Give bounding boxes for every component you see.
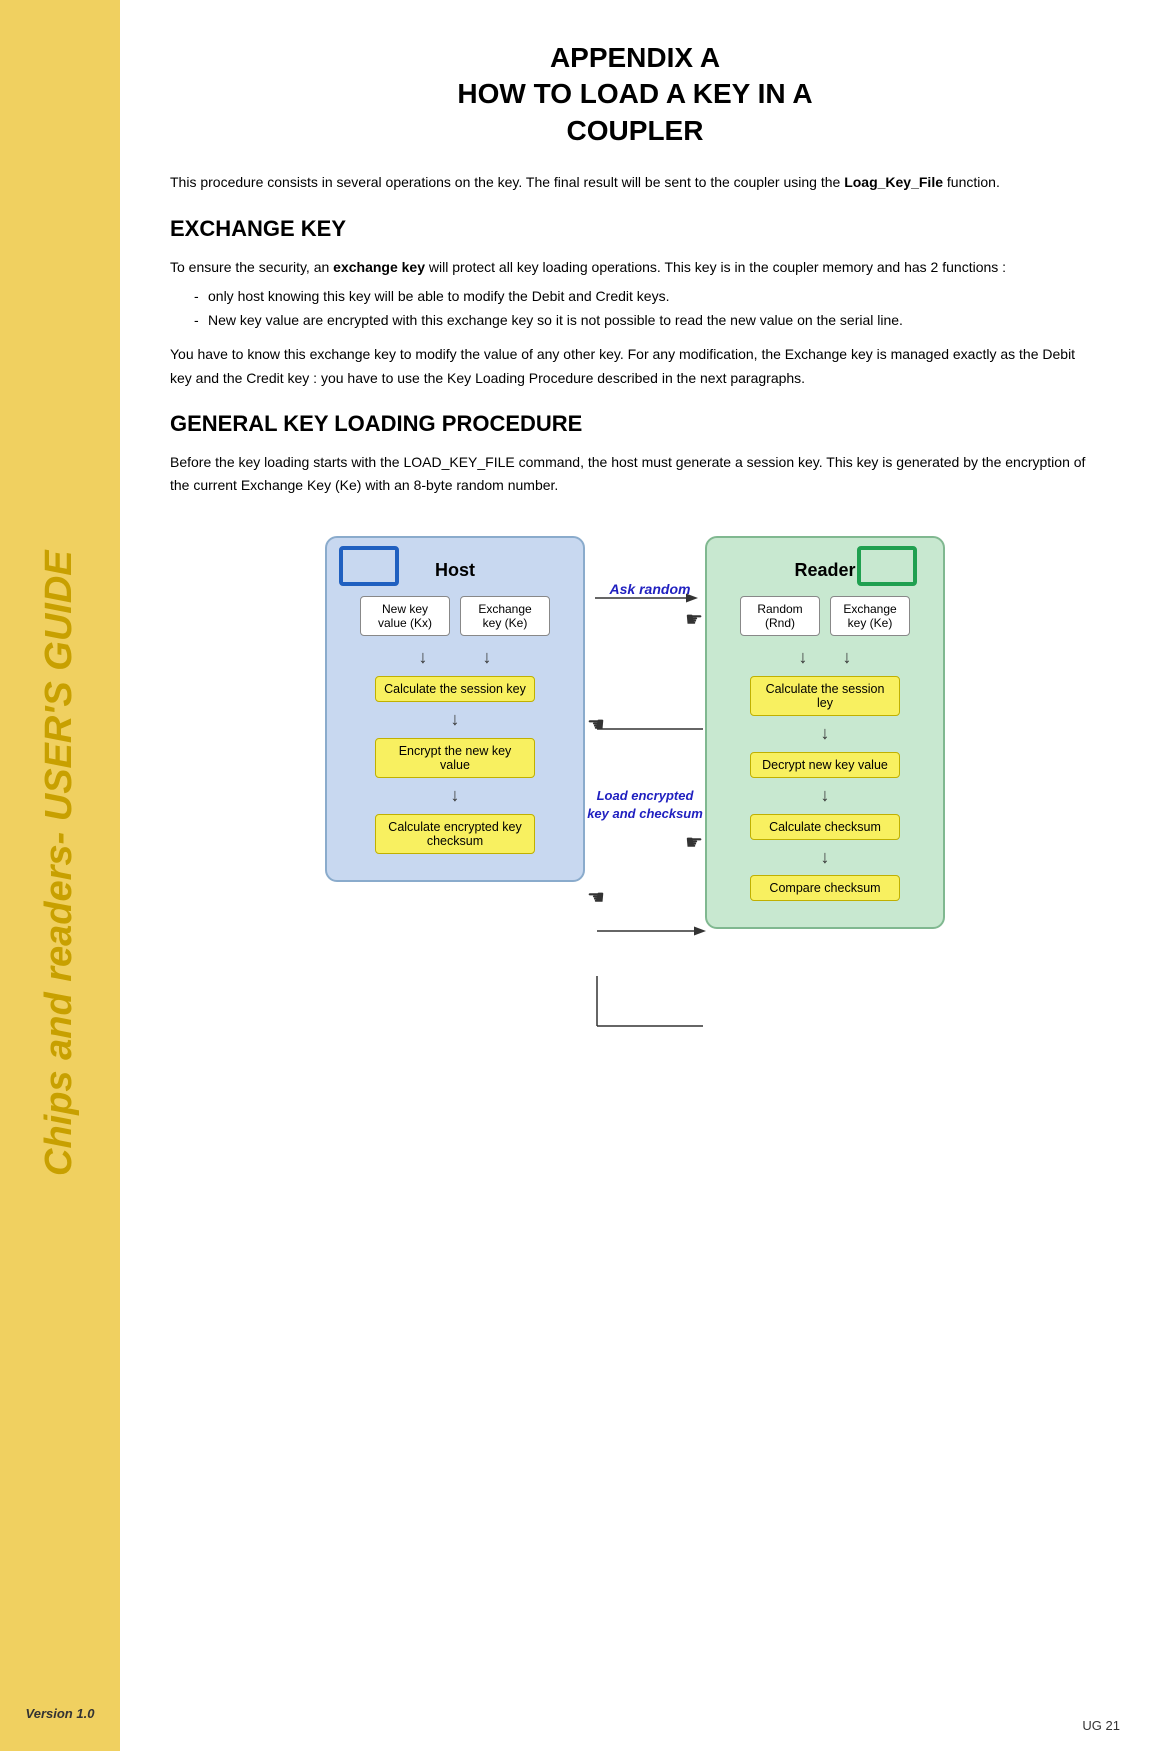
intro-text: This procedure consists in several opera… — [170, 171, 1100, 193]
main-content: APPENDIX A HOW TO LOAD A KEY IN A COUPLE… — [120, 0, 1150, 1751]
compare-checksum-box: Compare checksum — [750, 875, 900, 901]
reader-exchange-key-box: Exchange key (Ke) — [830, 596, 910, 636]
reader-inner: Random (Rnd) Exchange key (Ke) ↓ ↓ Calcu… — [723, 592, 927, 907]
reader-calc-session-box: Calculate the session ley — [750, 676, 900, 716]
reader-input-row: Random (Rnd) Exchange key (Ke) — [740, 592, 910, 640]
hand-right-2: ☛ — [685, 830, 703, 855]
bullet-1: only host knowing this key will be able … — [194, 285, 1100, 309]
hand-left-1: ☚ — [587, 712, 605, 737]
random-box: Random (Rnd) — [740, 596, 820, 636]
reader-arrow-1: ↓ ↓ — [798, 648, 851, 668]
page-title: APPENDIX A HOW TO LOAD A KEY IN A COUPLE… — [170, 40, 1100, 149]
diagram-wrapper: Host New key value (Kx) Exchange key (Ke… — [170, 536, 1100, 929]
arrow-3: ↓ — [451, 786, 460, 806]
exchange-key-box: Exchange key (Ke) — [460, 596, 550, 636]
new-key-box: New key value (Kx) — [360, 596, 450, 636]
arrow-2: ↓ — [451, 710, 460, 730]
diagram-container: Host New key value (Kx) Exchange key (Ke… — [325, 536, 945, 929]
load-label: Load encrypted key and checksum — [585, 787, 705, 823]
decrypt-new-box: Decrypt new key value — [750, 752, 900, 778]
ask-random-label: Ask random — [610, 581, 691, 597]
host-inner: New key value (Kx) Exchange key (Ke) ↓ ↓… — [343, 592, 567, 859]
reader-arrow-4: ↓ — [821, 848, 830, 868]
general-body: Before the key loading starts with the L… — [170, 451, 1100, 499]
calc-session-box: Calculate the session key — [375, 676, 535, 702]
sidebar-version: Version 1.0 — [0, 1706, 120, 1731]
diagram-layout: Host New key value (Kx) Exchange key (Ke… — [325, 536, 945, 929]
exchange-key-body: To ensure the security, an exchange key … — [170, 256, 1100, 391]
sidebar-title: Chips and readers- USER'S GUIDE — [0, 20, 120, 1706]
hand-right-1: ☛ — [685, 607, 703, 632]
encrypt-new-box: Encrypt the new key value — [375, 738, 535, 778]
reader-header-area: Reader — [723, 554, 927, 592]
hand-left-2: ☚ — [587, 885, 605, 910]
exchange-key-title: EXCHANGE KEY — [170, 216, 1100, 242]
general-title: GENERAL KEY LOADING PROCEDURE — [170, 411, 1100, 437]
bullet-2: New key value are encrypted with this ex… — [194, 309, 1100, 333]
host-input-row: New key value (Kx) Exchange key (Ke) — [360, 592, 550, 640]
calc-checksum-box: Calculate encrypted key checksum — [375, 814, 535, 854]
reader-arrow-2: ↓ — [821, 724, 830, 744]
arrow-1: ↓ ↓ — [418, 648, 491, 668]
page-number: UG 21 — [1082, 1718, 1120, 1733]
sidebar: Chips and readers- USER'S GUIDE Version … — [0, 0, 120, 1751]
host-box: Host New key value (Kx) Exchange key (Ke… — [325, 536, 585, 881]
host-header-area: Host — [343, 554, 567, 592]
reader-label: Reader — [723, 560, 927, 581]
reader-box: Reader Random (Rnd) Exchange key (Ke) ↓ … — [705, 536, 945, 929]
middle-connector: Ask random ☛ ☚ Load encrypted key and ch… — [585, 536, 705, 909]
host-label: Host — [343, 560, 567, 581]
reader-calc-checksum-box: Calculate checksum — [750, 814, 900, 840]
reader-arrow-3: ↓ — [821, 786, 830, 806]
